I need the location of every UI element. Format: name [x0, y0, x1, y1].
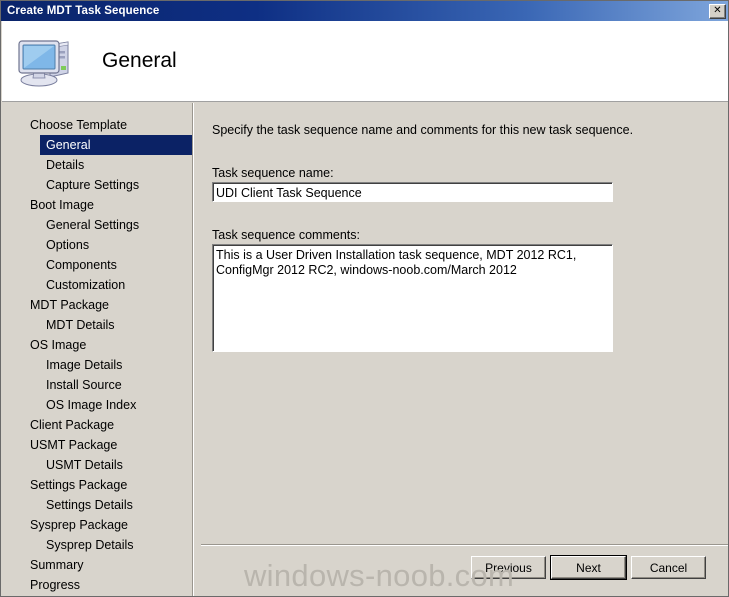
sidebar-item-boot-image[interactable]: Boot Image — [2, 195, 192, 215]
wizard-step-nav: Choose Template General Details Capture Set… — [2, 103, 192, 596]
task-sequence-name-label: Task sequence name: — [212, 166, 334, 180]
sidebar-item-options[interactable]: Options — [2, 235, 192, 255]
sidebar-item-image-details[interactable]: Image Details — [2, 355, 192, 375]
window-title: Create MDT Task Sequence — [7, 5, 160, 17]
task-sequence-comments-label: Task sequence comments: — [212, 228, 360, 242]
sidebar-item-usmt-package[interactable]: USMT Package — [2, 435, 192, 455]
sidebar-item-os-image-index[interactable]: OS Image Index — [2, 395, 192, 415]
sidebar-item-confirmation[interactable]: Confirmation — [2, 595, 192, 596]
sidebar-item-install-source[interactable]: Install Source — [2, 375, 192, 395]
previous-button[interactable]: Previous — [471, 556, 546, 579]
sidebar-item-settings-details[interactable]: Settings Details — [2, 495, 192, 515]
sidebar-item-general-settings[interactable]: General Settings — [2, 215, 192, 235]
task-sequence-comments-textarea[interactable] — [212, 244, 613, 352]
wizard-step-list: Choose Template General Details Capture Set… — [2, 103, 192, 596]
sidebar-item-mdt-package[interactable]: MDT Package — [2, 295, 192, 315]
title-bar: Create MDT Task Sequence ✕ — [1, 1, 728, 21]
footer-button-bar: Previous Next Cancel — [201, 553, 728, 583]
sidebar-item-summary[interactable]: Summary — [2, 555, 192, 575]
sidebar-item-settings-package[interactable]: Settings Package — [2, 475, 192, 495]
instruction-text: Specify the task sequence name and comme… — [212, 123, 634, 137]
computer-icon — [18, 40, 69, 87]
sidebar-item-mdt-details[interactable]: MDT Details — [2, 315, 192, 335]
sidebar-item-choose-template[interactable]: Choose Template — [2, 115, 192, 135]
footer-divider-highlight — [201, 545, 728, 546]
page-title: General — [102, 49, 177, 72]
sidebar-item-general[interactable]: General — [40, 135, 192, 155]
main-pane: Specify the task sequence name and comme… — [201, 103, 728, 596]
sidebar-item-progress[interactable]: Progress — [2, 575, 192, 595]
sidebar-item-sysprep-details[interactable]: Sysprep Details — [2, 535, 192, 555]
sidebar-item-usmt-details[interactable]: USMT Details — [2, 455, 192, 475]
dialog-body: Choose Template General Details Capture Set… — [2, 103, 728, 596]
task-sequence-name-input[interactable] — [212, 182, 613, 202]
sidebar-item-client-package[interactable]: Client Package — [2, 415, 192, 435]
sidebar-item-sysprep-package[interactable]: Sysprep Package — [2, 515, 192, 535]
next-button[interactable]: Next — [550, 555, 627, 580]
sidebar-divider-highlight — [193, 103, 194, 596]
sidebar-item-components[interactable]: Components — [2, 255, 192, 275]
sidebar-item-os-image[interactable]: OS Image — [2, 335, 192, 355]
close-icon[interactable]: ✕ — [709, 3, 726, 19]
sidebar-item-capture-settings[interactable]: Capture Settings — [2, 175, 192, 195]
sidebar-item-details[interactable]: Details — [2, 155, 192, 175]
create-mdt-task-sequence-dialog: Create MDT Task Sequence ✕ General Choos… — [0, 0, 729, 597]
dialog-header: General — [2, 21, 728, 102]
cancel-button[interactable]: Cancel — [631, 556, 706, 579]
sidebar-item-customization[interactable]: Customization — [2, 275, 192, 295]
